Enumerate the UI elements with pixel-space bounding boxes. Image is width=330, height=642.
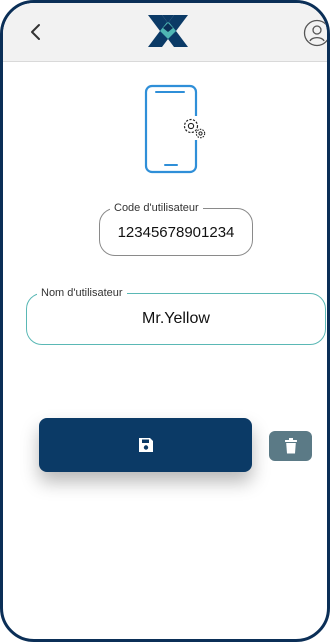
username-field[interactable]: Nom d'utilisateur Mr.Yellow [26,286,326,345]
brand-logo-icon [148,15,188,47]
floppy-disk-icon [138,438,153,452]
top-bar [3,3,327,62]
back-button[interactable] [21,17,51,47]
username-label: Nom d'utilisateur [37,286,127,300]
phone-settings-icon [144,84,207,174]
user-code-value: 12345678901234 [117,224,235,241]
phone-frame: Code d'utilisateur 12345678901234 Nom d'… [0,0,330,642]
user-code-label: Code d'utilisateur [110,201,203,215]
user-code-field[interactable]: Code d'utilisateur 12345678901234 [99,201,253,256]
user-circle-icon[interactable] [303,19,330,47]
chevron-left-icon [31,24,40,40]
trash-icon [284,438,297,454]
save-button[interactable] [39,418,252,472]
username-value: Mr.Yellow [142,310,210,327]
delete-button[interactable] [269,431,312,461]
